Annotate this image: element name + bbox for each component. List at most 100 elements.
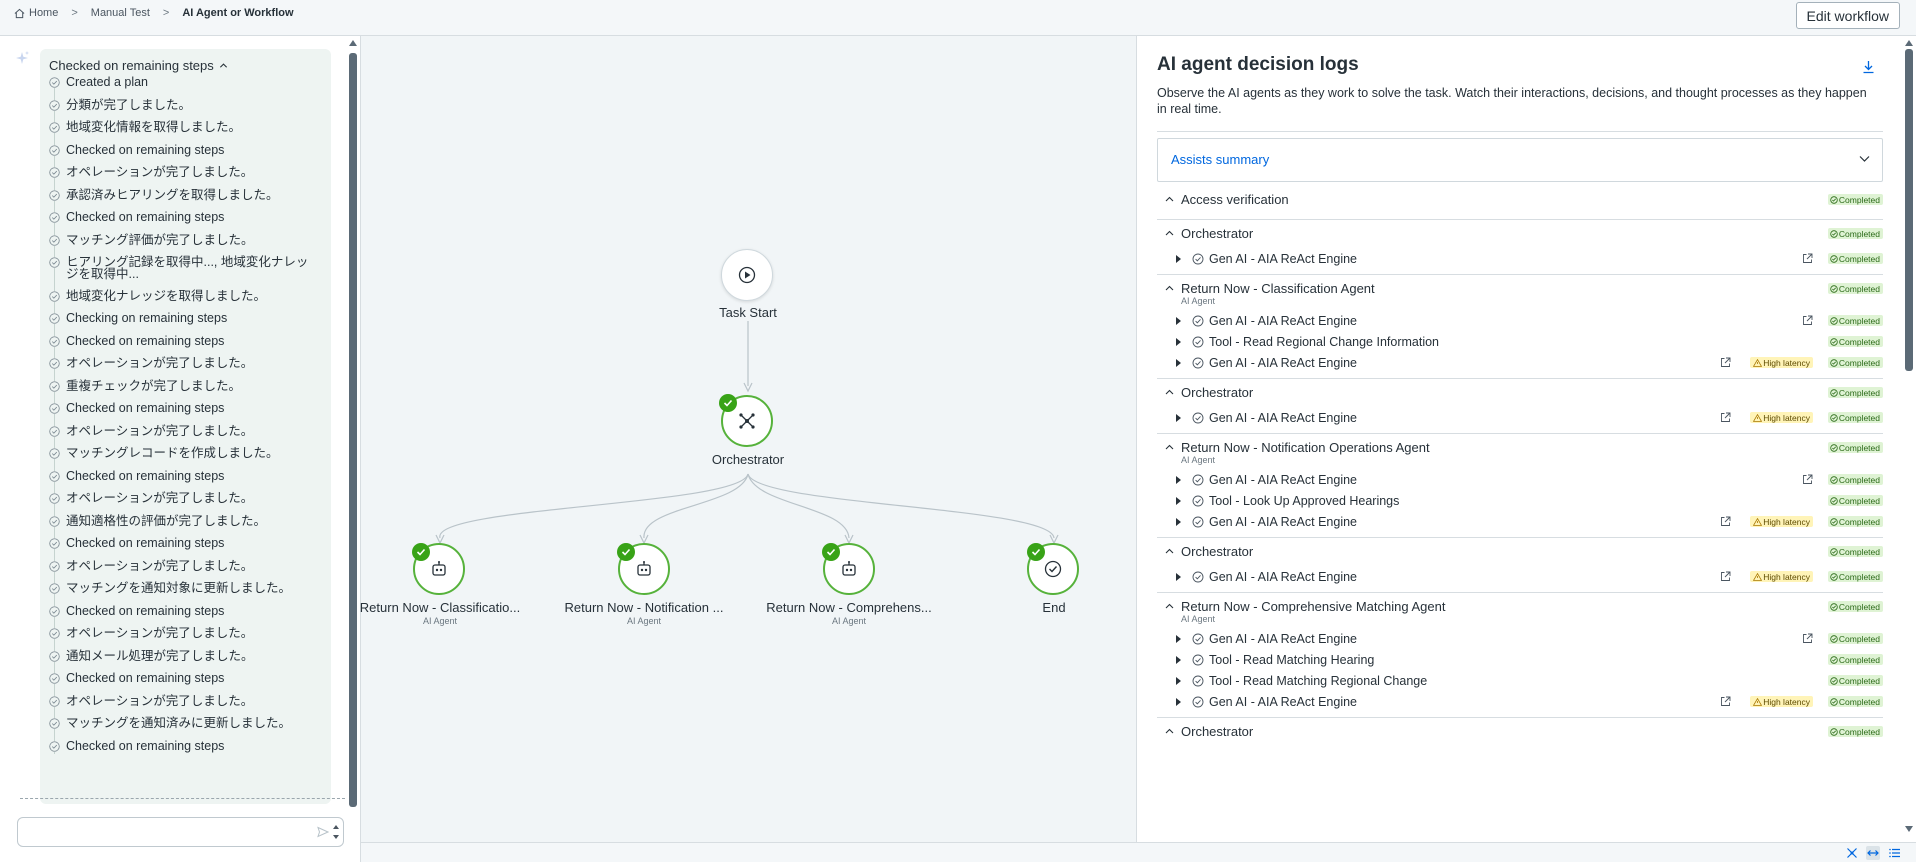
log-entry[interactable]: Gen AI - AIA ReAct Engine Completed High l… — [1157, 566, 1883, 587]
step-item: オペレーションが完了しました。 — [49, 166, 331, 189]
breadcrumb-separator: > — [71, 7, 78, 19]
log-group-subtitle: AI Agent — [1181, 614, 1216, 624]
step-item: 通知適格性の評価が完了しました。 — [49, 514, 331, 538]
expand-arrow-icon[interactable] — [1176, 338, 1181, 346]
log-group-header[interactable]: Orchestrator Completed — [1157, 219, 1883, 248]
external-link-icon[interactable] — [1720, 412, 1731, 423]
completed-badge — [1027, 543, 1045, 561]
edit-workflow-button[interactable]: Edit workflow — [1795, 2, 1900, 29]
step-check-icon — [49, 650, 60, 662]
status-completed-label: Completed — [1838, 194, 1880, 205]
split-view-icon[interactable] — [1866, 846, 1880, 860]
log-group-header[interactable]: Access verification Completed — [1157, 185, 1883, 214]
external-link-icon[interactable] — [1802, 633, 1813, 644]
expand-arrow-icon[interactable] — [1176, 317, 1181, 325]
check-circle-icon — [1830, 475, 1838, 484]
step-text: マッチング評価が完了しました。 — [66, 232, 254, 247]
step-item: Created a plan — [49, 76, 331, 99]
status-completed-label: Completed — [1838, 516, 1880, 527]
expand-arrow-icon[interactable] — [1176, 698, 1181, 706]
scroll-up-arrow[interactable] — [349, 40, 357, 46]
log-entry-title: Gen AI - AIA ReAct Engine — [1209, 314, 1358, 328]
external-link-icon[interactable] — [1720, 696, 1731, 707]
assists-summary-accordion[interactable]: Assists summary — [1157, 138, 1883, 182]
log-entry[interactable]: Gen AI - AIA ReAct Engine Completed — [1157, 310, 1883, 331]
expand-arrow-icon[interactable] — [1176, 414, 1181, 422]
list-view-icon[interactable] — [1888, 846, 1902, 860]
expand-arrow-icon[interactable] — [1176, 497, 1181, 505]
step-check-icon — [49, 189, 60, 201]
input-stepper-icon[interactable] — [332, 821, 340, 843]
network-icon — [739, 413, 755, 429]
external-link-icon[interactable] — [1720, 357, 1731, 368]
expand-arrow-icon[interactable] — [1176, 476, 1181, 484]
log-group-header[interactable]: Return Now - Comprehensive Matching Agen… — [1157, 592, 1883, 628]
status-completed-label: Completed — [1838, 357, 1880, 368]
status-completed-badge: Completed — [1827, 726, 1883, 737]
log-group-header[interactable]: Orchestrator Completed — [1157, 537, 1883, 566]
log-entry[interactable]: Gen AI - AIA ReAct Engine Completed High l… — [1157, 407, 1883, 428]
status-completed-badge: Completed — [1827, 336, 1883, 347]
breadcrumb-home[interactable]: Home — [14, 7, 58, 19]
check-circle-icon — [1830, 443, 1838, 452]
status-completed-badge: Completed — [1827, 546, 1883, 557]
scroll-down-arrow[interactable] — [349, 788, 357, 794]
send-icon[interactable] — [317, 826, 329, 838]
chat-input[interactable] — [17, 817, 344, 847]
expand-arrow-icon[interactable] — [1176, 255, 1181, 263]
expand-arrow-icon[interactable] — [1176, 518, 1181, 526]
check-icon — [1031, 548, 1041, 556]
chevron-down-icon — [1859, 156, 1870, 162]
step-item: 分類が完了しました。 — [49, 98, 331, 122]
check-circle-icon — [1192, 654, 1204, 666]
log-entry[interactable]: Gen AI - AIA ReAct Engine Completed — [1157, 248, 1883, 269]
scroll-down-arrow[interactable] — [1905, 826, 1913, 832]
step-text: オペレーションが完了しました。 — [66, 491, 254, 505]
log-entry[interactable]: Gen AI - AIA ReAct Engine Completed High l… — [1157, 511, 1883, 532]
step-check-icon — [49, 313, 60, 324]
status-completed-label: Completed — [1838, 474, 1880, 485]
logs-scrollbar[interactable] — [1905, 49, 1913, 371]
check-circle-icon — [1192, 474, 1204, 486]
chevron-up-icon — [1165, 444, 1174, 450]
external-link-icon[interactable] — [1720, 571, 1731, 582]
external-link-icon[interactable] — [1802, 253, 1813, 264]
log-entry[interactable]: Tool - Read Matching Hearing Completed — [1157, 649, 1883, 670]
log-group-header[interactable]: Orchestrator Completed — [1157, 717, 1883, 746]
log-entry[interactable]: Tool - Look Up Approved Hearings Complete… — [1157, 490, 1883, 511]
status-completed-badge: Completed — [1827, 315, 1883, 326]
log-entry[interactable]: Tool - Read Matching Regional Change Comp… — [1157, 670, 1883, 691]
log-group-header[interactable]: Orchestrator Completed — [1157, 378, 1883, 407]
scroll-up-arrow[interactable] — [1905, 40, 1913, 46]
log-entry[interactable]: Gen AI - AIA ReAct Engine Completed High l… — [1157, 352, 1883, 373]
step-text: Checked on remaining steps — [66, 142, 225, 157]
external-link-icon[interactable] — [1802, 315, 1813, 326]
log-entry[interactable]: Gen AI - AIA ReAct Engine Completed — [1157, 469, 1883, 490]
log-entry[interactable]: Gen AI - AIA ReAct Engine Completed High l… — [1157, 691, 1883, 712]
completed-badge — [412, 543, 430, 561]
log-entry-title: Gen AI - AIA ReAct Engine — [1209, 632, 1358, 646]
log-entry[interactable]: Tool - Read Regional Change Information C… — [1157, 331, 1883, 352]
classification-agent-label: Return Now - Classificatio... — [359, 600, 521, 615]
step-check-icon — [49, 257, 60, 268]
external-link-icon[interactable] — [1720, 516, 1731, 527]
external-link-icon[interactable] — [1802, 474, 1813, 485]
step-item: Checked on remaining steps — [49, 142, 331, 167]
task-start-node[interactable] — [721, 249, 773, 301]
expand-arrow-icon[interactable] — [1176, 656, 1181, 664]
graph-view-icon[interactable] — [1845, 846, 1859, 860]
progress-header[interactable]: Checked on remaining steps — [49, 54, 331, 76]
expand-arrow-icon[interactable] — [1176, 573, 1181, 581]
progress-message: Checked on remaining steps Created a pla… — [40, 49, 331, 804]
chat-scrollbar[interactable] — [349, 53, 357, 807]
expand-arrow-icon[interactable] — [1176, 359, 1181, 367]
expand-arrow-icon[interactable] — [1176, 635, 1181, 643]
step-check-icon — [49, 122, 60, 133]
breadcrumb-manual-test[interactable]: Manual Test — [91, 7, 150, 19]
log-group-header[interactable]: Return Now - Notification Operations Age… — [1157, 433, 1883, 469]
log-entry[interactable]: Gen AI - AIA ReAct Engine Completed — [1157, 628, 1883, 649]
log-group-header[interactable]: Return Now - Classification Agent AI Agen… — [1157, 274, 1883, 310]
download-icon[interactable] — [1862, 60, 1875, 74]
check-icon — [826, 548, 836, 556]
expand-arrow-icon[interactable] — [1176, 677, 1181, 685]
